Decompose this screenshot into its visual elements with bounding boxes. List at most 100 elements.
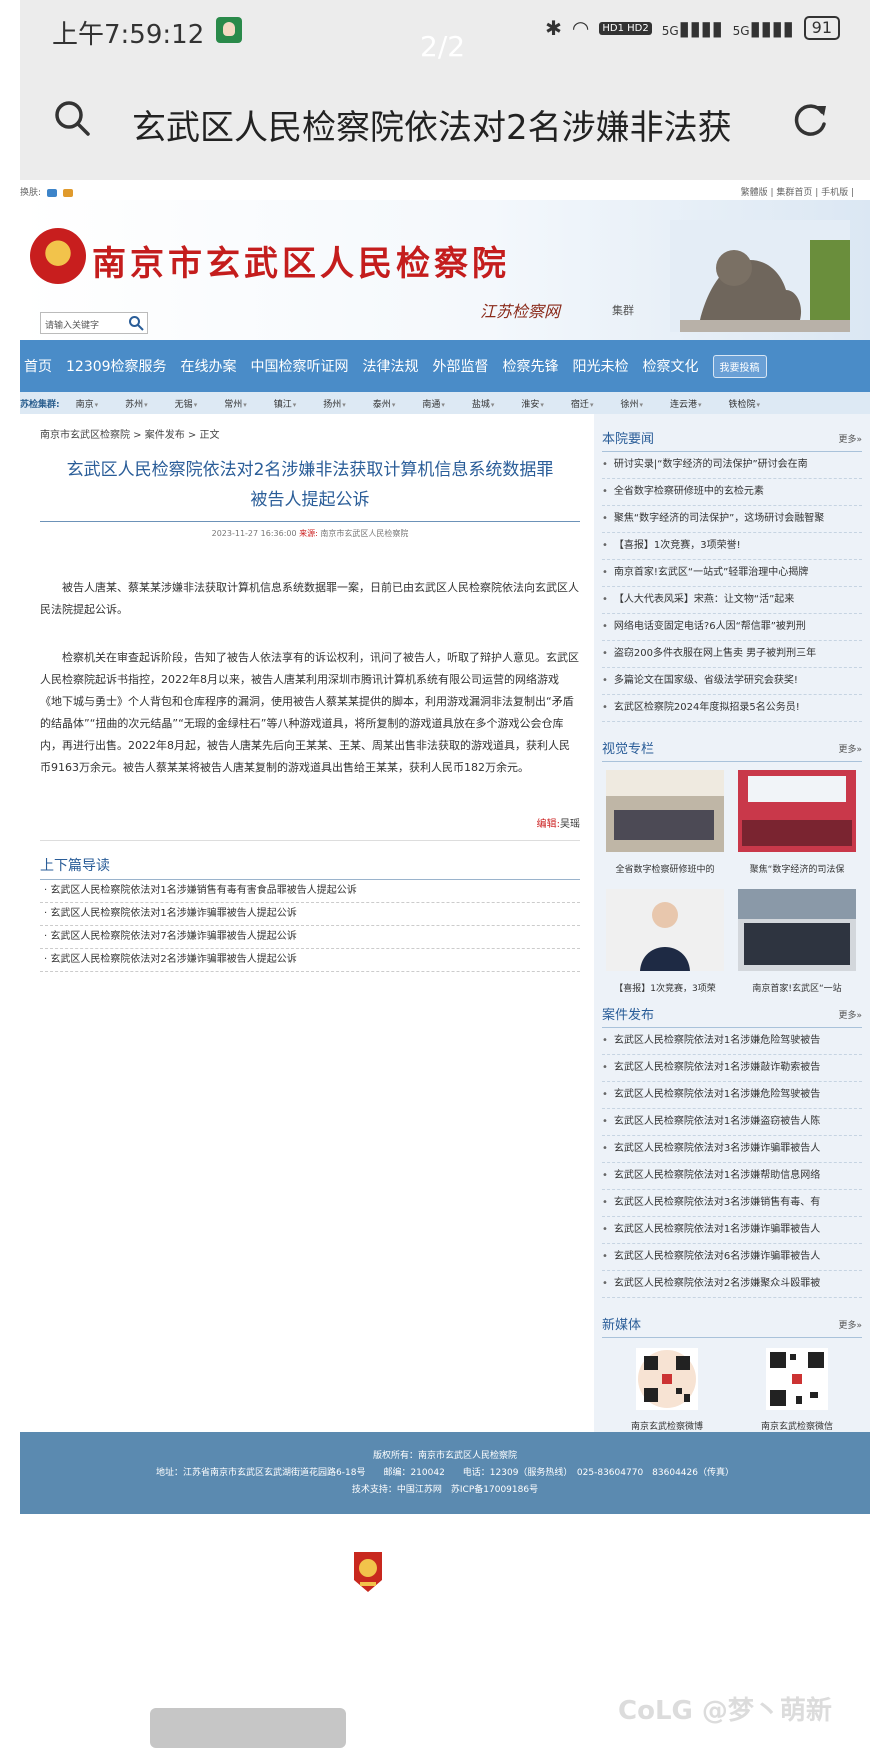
nav-item-juvenile[interactable]: 阳光未检: [573, 356, 629, 376]
cases-header: 案件发布 更多»: [602, 1004, 862, 1028]
nav-item-pioneer[interactable]: 检察先锋: [503, 356, 559, 376]
site-search-button[interactable]: [128, 315, 144, 331]
photo-card[interactable]: 聚焦“数字经济的司法保: [738, 770, 856, 875]
news-header: 本院要闻 更多»: [602, 428, 862, 452]
case-item[interactable]: 玄武区人民检察院依法对1名涉嫌敲诈勒索被告: [602, 1055, 862, 1082]
news-item[interactable]: 网络电话变固定电话?6人因“帮信罪”被判刑: [602, 614, 862, 641]
media-title: 新媒体: [602, 1318, 642, 1333]
city-item[interactable]: 南京: [76, 397, 99, 410]
nav-item-hearing[interactable]: 中国检察听证网: [251, 356, 349, 376]
wechat-qr[interactable]: 南京玄武检察微信: [761, 1348, 833, 1432]
news-item[interactable]: 聚焦“数字经济的司法保护”，这场研讨会融智聚: [602, 506, 862, 533]
group-photo: [738, 889, 856, 971]
case-item[interactable]: 玄武区人民检察院依法对1名涉嫌盗窃被告人陈: [602, 1109, 862, 1136]
portrait-photo: [606, 889, 724, 971]
search-icon[interactable]: [54, 100, 90, 136]
case-item[interactable]: 玄武区人民检察院依法对2名涉嫌聚众斗殴罪被: [602, 1271, 862, 1298]
news-item[interactable]: 盗窃200多件衣服在网上售卖 男子被判刑三年: [602, 641, 862, 668]
photo-card[interactable]: 【喜报】1次竞赛，3项荣: [606, 889, 724, 994]
page-indicator: 2/2: [420, 30, 466, 63]
footer-copyright: 版权所有：南京市玄武区人民检察院: [372, 1451, 517, 1461]
blue-skin-icon[interactable]: [47, 188, 58, 197]
case-item[interactable]: 玄武区人民检察院依法对3名涉嫌诈骗罪被告人: [602, 1136, 862, 1163]
related-link[interactable]: · 玄武区人民检察院依法对2名涉嫌诈骗罪被告人提起公诉: [40, 949, 580, 972]
news-item[interactable]: 研讨实录|“数字经济的司法保护”研讨会在南: [602, 452, 862, 479]
city-item[interactable]: 扬州: [323, 397, 346, 410]
case-item[interactable]: 玄武区人民检察院依法对6名涉嫌诈骗罪被告人: [602, 1244, 862, 1271]
top-strip: 换肤: 繁體版 | 集群首页 | 手机版 |: [20, 180, 870, 200]
site-footer: 版权所有：南京市玄武区人民检察院 地址：江苏省南京市玄武区玄武湖街道花园路6-1…: [20, 1432, 870, 1514]
case-item[interactable]: 玄武区人民检察院依法对1名涉嫌帮助信息网络: [602, 1163, 862, 1190]
visual-more-link[interactable]: 更多»: [838, 742, 862, 757]
case-item[interactable]: 玄武区人民检察院依法对1名涉嫌危险驾驶被告: [602, 1082, 862, 1109]
browser-search-bar: 玄武区人民检察院依法对2名涉嫌非法获: [20, 60, 870, 180]
news-item[interactable]: 【人大代表风采】宋燕：让文物“活”起来: [602, 587, 862, 614]
city-item[interactable]: 连云港: [670, 397, 702, 410]
orange-skin-icon[interactable]: [63, 188, 74, 197]
city-item[interactable]: 宿迁: [571, 397, 594, 410]
news-item[interactable]: 多篇论文在国家级、省级法学研究会获奖!: [602, 668, 862, 695]
photo-card[interactable]: 全省数字检察研修班中的: [606, 770, 724, 875]
photo-caption: 【喜报】1次竞赛，3项荣: [614, 984, 716, 994]
cases-title: 案件发布: [602, 1008, 655, 1023]
qr-codes: 南京玄武检察微博 南京玄武检察微信: [602, 1338, 862, 1442]
reload-icon[interactable]: [790, 100, 830, 140]
weibo-qr[interactable]: 南京玄武检察微博: [631, 1348, 703, 1432]
submit-article-button[interactable]: 我要投稿: [712, 354, 767, 378]
city-item[interactable]: 南通: [422, 397, 445, 410]
site-name[interactable]: 南京市玄武区人民检察院: [92, 236, 510, 285]
seminar-photo: [738, 770, 856, 852]
city-item[interactable]: 淮安: [521, 397, 544, 410]
news-title: 本院要闻: [602, 432, 655, 447]
city-item[interactable]: 铁检院: [729, 397, 761, 410]
case-item[interactable]: 玄武区人民检察院依法对3名涉嫌销售有毒、有: [602, 1190, 862, 1217]
city-item[interactable]: 无锡: [175, 397, 198, 410]
source-label: 来源:: [299, 529, 318, 538]
stone-lion-statue-image: [670, 220, 850, 332]
city-item[interactable]: 镇江: [274, 397, 297, 410]
site-search-input[interactable]: 请输入关键字: [40, 312, 148, 334]
city-item[interactable]: 苏州: [125, 397, 148, 410]
nav-item-home[interactable]: 首页: [24, 356, 52, 376]
case-item[interactable]: 玄武区人民检察院依法对1名涉嫌诈骗罪被告人: [602, 1217, 862, 1244]
site-banner: 南京市玄武区人民检察院 请输入关键字 江苏检察网 集群: [20, 200, 870, 340]
bluetooth-icon: ✱: [545, 16, 562, 40]
related-link[interactable]: · 玄武区人民检察院依法对7名涉嫌诈骗罪被告人提起公诉: [40, 926, 580, 949]
hd-badge: HD1 HD2: [599, 21, 652, 35]
nav-item-online[interactable]: 在线办案: [181, 356, 237, 376]
nav-item-law[interactable]: 法律法规: [363, 356, 419, 376]
case-item[interactable]: 玄武区人民检察院依法对1名涉嫌危险驾驶被告: [602, 1028, 862, 1055]
wifi-icon: ◠: [571, 16, 590, 40]
cases-more-link[interactable]: 更多»: [838, 1008, 862, 1023]
cluster-label: 集群: [612, 304, 634, 317]
nav-item-supervision[interactable]: 外部监督: [433, 356, 489, 376]
signal-icon-2: 5G▮▮▮▮: [732, 16, 794, 40]
related-link[interactable]: · 玄武区人民检察院依法对1名涉嫌诈骗罪被告人提起公诉: [40, 903, 580, 926]
city-cluster-label: 苏检集群:: [20, 399, 60, 410]
nav-item-culture[interactable]: 检察文化: [643, 356, 699, 376]
news-more-link[interactable]: 更多»: [838, 432, 862, 447]
related-link[interactable]: · 玄武区人民检察院依法对1名涉嫌销售有毒有害食品罪被告人提起公诉: [40, 880, 580, 903]
photo-card[interactable]: 南京首家!玄武区“一站: [738, 889, 856, 994]
city-item[interactable]: 徐州: [620, 397, 643, 410]
news-item[interactable]: 南京首家!玄武区“一站式”轻罪治理中心揭牌: [602, 560, 862, 587]
government-seal-icon[interactable]: [350, 1550, 386, 1594]
photo-caption: 南京首家!玄武区“一站: [752, 984, 842, 994]
nav-item-12309[interactable]: 12309检察服务: [66, 356, 167, 376]
weibo-qr-code-icon: [635, 1348, 698, 1410]
news-item[interactable]: 全省数字检察研修班中的玄检元素: [602, 479, 862, 506]
breadcrumb[interactable]: 南京市玄武区检察院 > 案件发布 > 正文: [40, 426, 580, 441]
top-links[interactable]: 繁體版 | 集群首页 | 手机版 |: [741, 185, 854, 198]
city-item[interactable]: 常州: [224, 397, 247, 410]
wechat-label: 南京玄武检察微信: [760, 1422, 833, 1432]
jiangsu-procuratorate-logo[interactable]: 江苏检察网: [480, 298, 560, 322]
editor-divider: [40, 840, 580, 841]
url-query-text[interactable]: 玄武区人民检察院依法对2名涉嫌非法获: [132, 100, 772, 149]
bottom-floating-button[interactable]: [150, 1708, 346, 1748]
weibo-label: 南京玄武检察微博: [630, 1422, 703, 1432]
news-item[interactable]: 玄武区检察院2024年度拟招录5名公务员!: [602, 695, 862, 722]
city-item[interactable]: 盐城: [472, 397, 495, 410]
media-more-link[interactable]: 更多»: [838, 1318, 862, 1333]
news-item[interactable]: 【喜报】1次竞赛，3项荣誉!: [602, 533, 862, 560]
city-item[interactable]: 泰州: [373, 397, 396, 410]
